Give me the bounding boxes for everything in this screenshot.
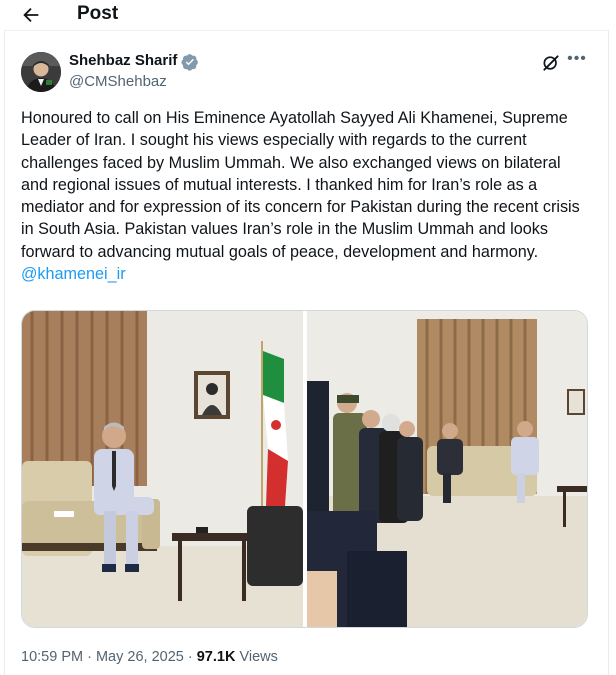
grok-icon[interactable] <box>541 53 561 73</box>
author-handle[interactable]: @CMShehbaz <box>69 73 167 90</box>
back-arrow-icon[interactable] <box>20 4 42 26</box>
views-label: Views <box>235 649 278 665</box>
tweet-text: Honoured to call on His Eminence Ayatoll… <box>21 107 591 285</box>
photo-right[interactable] <box>307 311 587 627</box>
views-count[interactable]: 97.1K <box>197 649 236 665</box>
media-grid <box>21 310 588 628</box>
meta-separator: · <box>183 649 197 665</box>
mention-link[interactable]: @khamenei_ir <box>21 265 126 283</box>
photo-left[interactable] <box>22 311 303 627</box>
meta-separator: · <box>83 649 96 665</box>
verified-badge-icon <box>181 54 198 71</box>
header: Post <box>0 0 616 30</box>
more-options-icon[interactable]: ••• <box>566 51 588 72</box>
author-name[interactable]: Shehbaz Sharif <box>69 52 177 69</box>
post-date[interactable]: May 26, 2025 <box>96 649 184 665</box>
page-title: Post <box>77 3 119 24</box>
tweet-body: Honoured to call on His Eminence Ayatoll… <box>21 109 580 261</box>
post-time[interactable]: 10:59 PM <box>21 649 83 665</box>
post-meta: 10:59 PM · May 26, 2025 · 97.1K Views <box>21 649 278 665</box>
avatar[interactable] <box>21 52 61 92</box>
